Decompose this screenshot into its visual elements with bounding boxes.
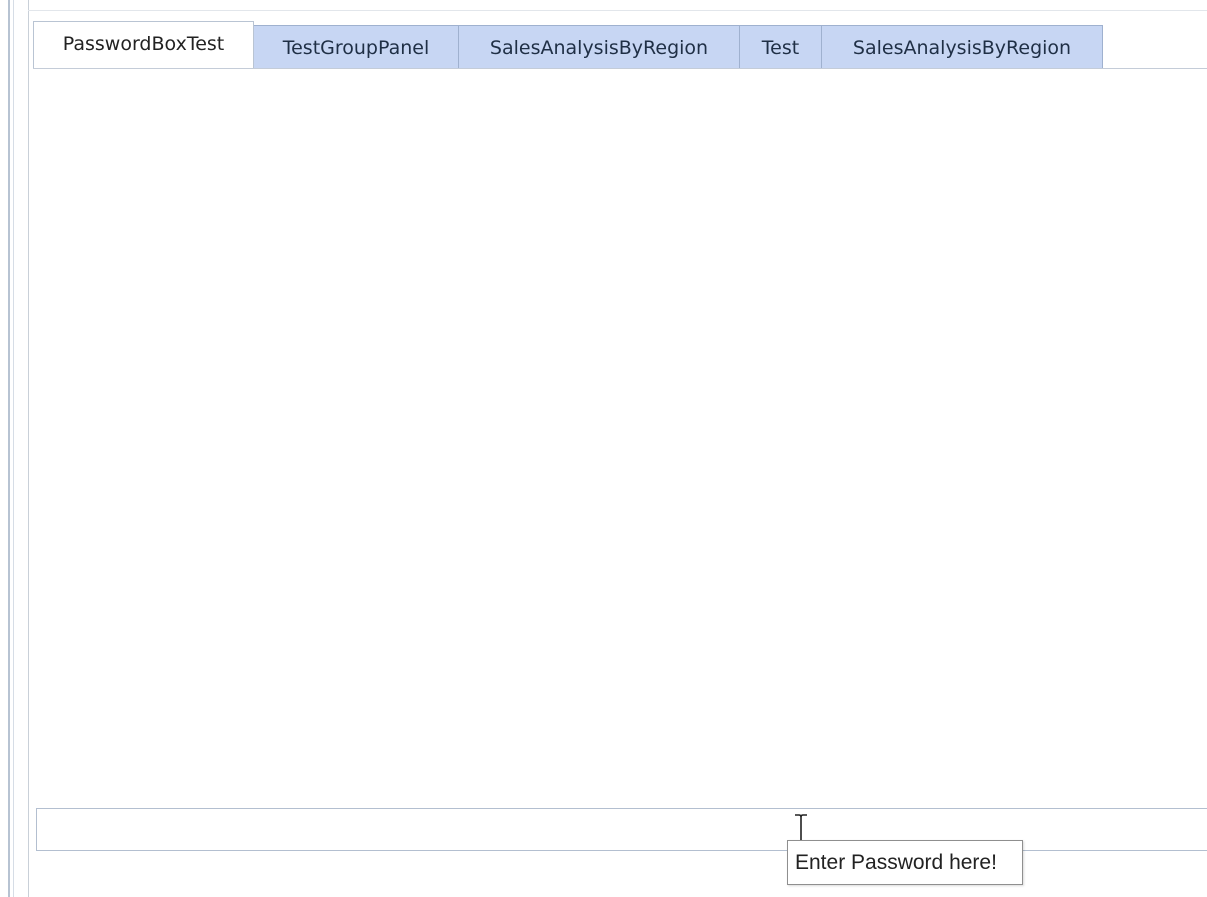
- password-input[interactable]: [36, 808, 1207, 851]
- password-tooltip: Enter Password here!: [787, 840, 1023, 885]
- tab-password-box-test[interactable]: PasswordBoxTest: [33, 21, 254, 70]
- window-left-frame: [0, 0, 30, 897]
- frame-edge: [13, 0, 14, 897]
- tab-strip: PasswordBoxTest TestGroupPanel SalesAnal…: [33, 20, 1103, 70]
- tab-sales-analysis-by-region-2[interactable]: SalesAnalysisByRegion: [822, 25, 1103, 69]
- frame-edge: [8, 0, 10, 897]
- frame-edge: [28, 0, 29, 897]
- tab-content-area: [33, 69, 1207, 897]
- tab-sales-analysis-by-region[interactable]: SalesAnalysisByRegion: [459, 25, 740, 69]
- tab-test[interactable]: Test: [740, 25, 822, 69]
- tab-test-group-panel[interactable]: TestGroupPanel: [254, 25, 459, 69]
- top-divider: [28, 10, 1207, 11]
